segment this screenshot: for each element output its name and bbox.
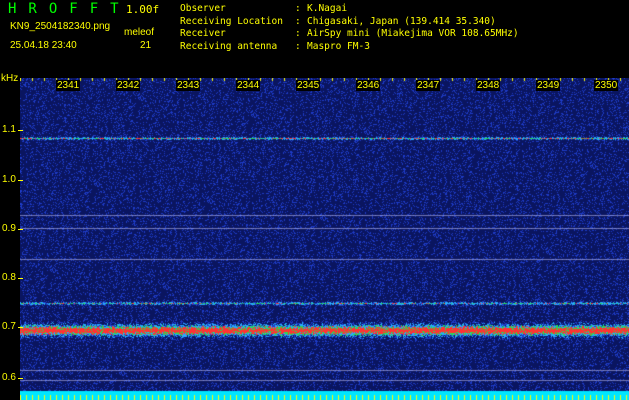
x-tick-label: 2341 <box>56 80 81 91</box>
meleof-label: meleof <box>124 27 155 38</box>
x-tick-label: 2342 <box>116 80 141 91</box>
meta-row-receiver: Receiver: AirSpy mini (Miakejima VOR 108.… <box>180 28 519 39</box>
x-tick-label: 2350 <box>594 80 619 91</box>
x-tick-label: 2349 <box>536 80 561 91</box>
y-tick-label: 1.1 <box>2 124 16 135</box>
x-tick-label: 2345 <box>296 80 321 91</box>
datetime-label: 25.04.18 23:40 <box>10 40 77 51</box>
spectrogram-canvas <box>20 78 629 400</box>
meta-key: Receiving Location <box>180 15 283 27</box>
meta-row-antenna: Receiving antenna: Maspro FM-3 <box>180 40 370 52</box>
meta-value: K.Nagai <box>307 3 348 14</box>
meta-value: AirSpy mini (Miakejima VOR 108.65MHz) <box>307 28 519 39</box>
meta-key: Receiving antenna <box>180 40 278 52</box>
x-tick-label: 2343 <box>176 80 201 91</box>
header-panel: HROFFT 1.00f KN9_2504182340.png meleof 2… <box>0 0 629 78</box>
x-tick-label: 2348 <box>476 80 501 91</box>
y-tick-mark <box>18 278 23 279</box>
meta-row-observer: Observer: K.Nagai <box>180 3 348 14</box>
y-tick-mark <box>18 130 23 131</box>
y-tick-mark <box>18 229 23 230</box>
version-label: 1.00f <box>126 3 160 16</box>
y-tick-label: 1.0 <box>2 174 16 185</box>
station-metadata: Observer: K.Nagai Receiving Location: Chig… <box>180 3 519 53</box>
y-tick-label: 0.6 <box>2 372 16 383</box>
meta-value: Maspro FM-3 <box>307 40 370 52</box>
y-tick-label: 0.9 <box>2 223 16 234</box>
x-tick-label: 2346 <box>356 80 381 91</box>
y-tick-label: 0.7 <box>2 321 16 332</box>
meta-key: Observer <box>180 3 226 14</box>
meleof-value: 21 <box>140 40 152 51</box>
meta-key: Receiver <box>180 28 226 39</box>
spectrogram-plot <box>20 78 629 400</box>
x-tick-label: 2347 <box>416 80 441 91</box>
meta-value: Chigasaki, Japan (139.414 35.340) <box>307 15 496 27</box>
y-tick-label: 0.8 <box>2 272 16 283</box>
meta-row-location: Receiving Location: Chigasaki, Japan (139… <box>180 15 496 27</box>
y-axis-unit: kHz <box>1 73 19 84</box>
filename-label: KN9_2504182340.png <box>10 21 111 32</box>
x-tick-label: 2344 <box>236 80 261 91</box>
y-tick-mark <box>18 327 23 328</box>
y-tick-mark <box>18 378 23 379</box>
y-tick-mark <box>18 180 23 181</box>
app-title: HROFFT <box>8 1 131 17</box>
